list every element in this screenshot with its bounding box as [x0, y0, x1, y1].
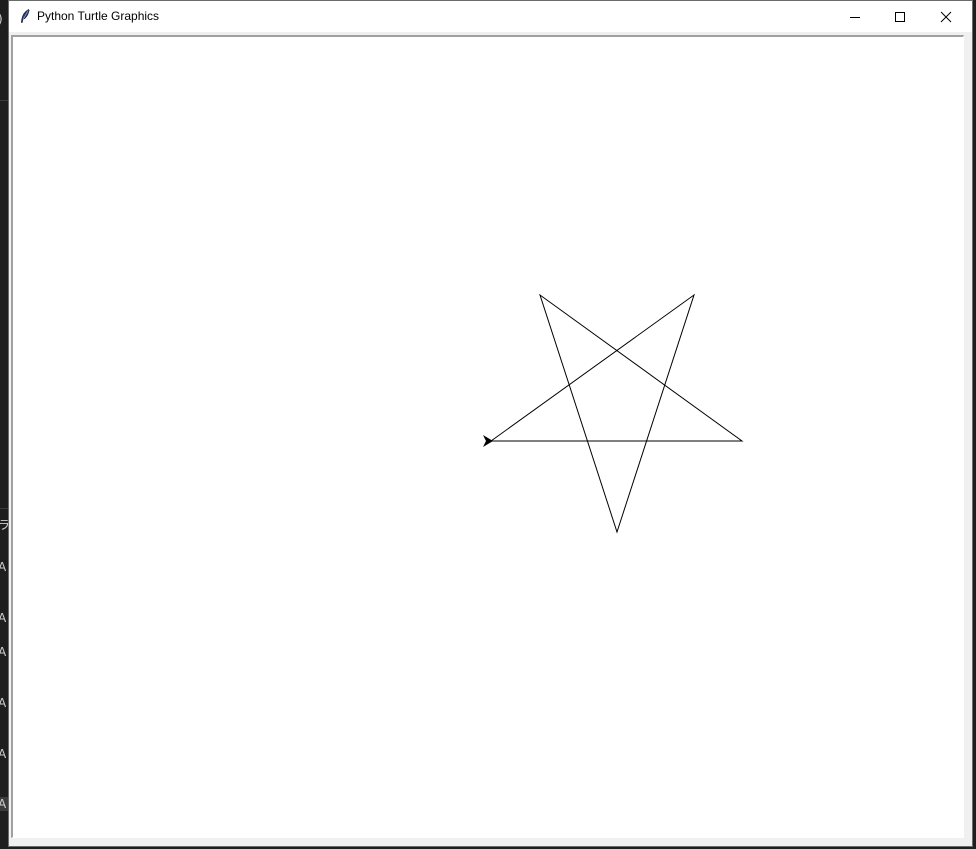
close-icon — [940, 11, 952, 22]
minimize-icon — [850, 16, 860, 18]
maximize-button[interactable] — [877, 1, 923, 32]
turtle-graphics-window: Python Turtle Graphics — [8, 0, 973, 847]
title-bar[interactable]: Python Turtle Graphics — [9, 1, 972, 32]
turtle-canvas[interactable] — [13, 37, 963, 837]
close-button[interactable] — [923, 1, 969, 32]
star-drawing — [490, 293, 744, 534]
turtle-cursor — [483, 435, 493, 447]
maximize-icon — [895, 11, 905, 22]
minimize-button[interactable] — [832, 1, 878, 32]
feather-icon — [20, 9, 30, 23]
window-title: Python Turtle Graphics — [37, 9, 160, 23]
canvas-frame — [11, 35, 964, 838]
